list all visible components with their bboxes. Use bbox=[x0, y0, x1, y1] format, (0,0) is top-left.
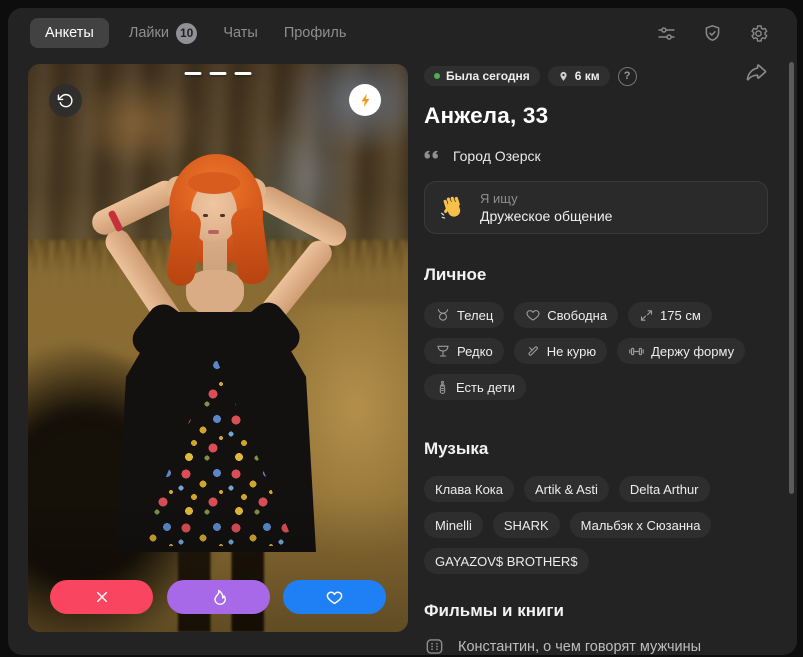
photo-page-indicator[interactable] bbox=[184, 72, 252, 75]
heart-icon bbox=[526, 310, 540, 321]
photo-page-dash bbox=[234, 72, 252, 75]
status-row: Была сегодня 6 км ? bbox=[424, 62, 768, 90]
lightning-icon bbox=[361, 93, 369, 107]
music-chip: Мальбэк х Сюзанна bbox=[569, 512, 712, 538]
share-button[interactable] bbox=[745, 62, 768, 90]
tab-profiles[interactable]: Анкеты bbox=[30, 18, 109, 48]
photo-page-dash bbox=[184, 72, 202, 75]
tab-profiles-label: Анкеты bbox=[45, 25, 94, 41]
action-buttons bbox=[50, 580, 386, 614]
chip-alcohol: Редко bbox=[424, 338, 504, 364]
shield-check-icon[interactable] bbox=[702, 23, 723, 44]
like-button[interactable] bbox=[283, 580, 386, 614]
photo-page-dash bbox=[209, 72, 227, 75]
movie-list-item: Константин, о чем говорят мужчины bbox=[424, 636, 768, 655]
tab-chats[interactable]: Чаты bbox=[223, 25, 257, 41]
chip-height: 175 см bbox=[628, 302, 712, 328]
section-movies-title: Фильмы и книги bbox=[424, 601, 564, 620]
dislike-button[interactable] bbox=[50, 580, 153, 614]
profile-photo-card[interactable] bbox=[28, 64, 408, 632]
music-chip: SHARK bbox=[492, 512, 560, 538]
section-personal-title: Личное bbox=[424, 265, 487, 284]
chip-children: Есть дети bbox=[424, 374, 526, 400]
filters-icon[interactable] bbox=[656, 23, 677, 44]
music-chip: GAYAZOV$ BROTHER$ bbox=[424, 548, 589, 574]
city-label: Город Озерск bbox=[453, 148, 541, 164]
profile-info-panel: Была сегодня 6 км ? Анжела, 33 Город Озе… bbox=[424, 62, 768, 655]
heart-icon bbox=[326, 591, 343, 604]
profile-name-age: Анжела, 33 bbox=[424, 103, 549, 128]
section-movies-books: Фильмы и книги Константин, о чем говорят… bbox=[424, 601, 768, 655]
quote-icon bbox=[424, 150, 439, 159]
settings-gear-icon[interactable] bbox=[748, 23, 769, 44]
tab-profile-label: Профиль bbox=[283, 25, 347, 41]
tab-likes-label: Лайки bbox=[128, 25, 169, 41]
waving-hand-icon bbox=[440, 196, 461, 219]
city-row: Город Озерск bbox=[424, 148, 768, 164]
no-smoking-icon bbox=[528, 346, 538, 356]
online-dot-icon bbox=[434, 73, 440, 79]
boost-button[interactable] bbox=[349, 84, 381, 116]
looking-for-label: Я ищу bbox=[480, 191, 518, 206]
section-music: Музыка Клава Кока Artik & Asti Delta Art… bbox=[424, 439, 768, 574]
section-music-title: Музыка bbox=[424, 439, 489, 458]
online-status-badge: Была сегодня bbox=[424, 66, 540, 86]
top-navigation: Анкеты Лайки 10 Чаты Профиль bbox=[8, 8, 797, 58]
photo-vignette bbox=[28, 64, 408, 632]
location-pin-icon bbox=[560, 71, 567, 81]
section-personal: Личное Телец Свободна 175 см Редко Не ку… bbox=[424, 265, 768, 400]
music-chip: Minelli bbox=[424, 512, 483, 538]
app-window: Анкеты Лайки 10 Чаты Профиль Была сегодн… bbox=[8, 8, 797, 655]
fitness-icon bbox=[629, 347, 644, 355]
tab-profile[interactable]: Профиль bbox=[284, 25, 347, 41]
media-icon bbox=[426, 639, 443, 654]
chip-smoking: Не курю bbox=[513, 338, 608, 364]
share-arrow-icon bbox=[746, 64, 767, 81]
chip-zodiac: Телец bbox=[424, 302, 505, 328]
drink-icon bbox=[437, 345, 449, 357]
looking-for-value: Дружеское общение bbox=[480, 208, 613, 224]
taurus-icon bbox=[437, 309, 449, 321]
fire-button[interactable] bbox=[166, 580, 270, 614]
height-icon bbox=[641, 309, 653, 321]
help-glyph: ? bbox=[623, 70, 631, 82]
scrollbar-thumb[interactable] bbox=[789, 62, 794, 494]
music-chip: Delta Arthur bbox=[618, 476, 710, 502]
music-chip: Artik & Asti bbox=[524, 476, 609, 502]
flame-icon bbox=[213, 589, 226, 605]
tab-chats-label: Чаты bbox=[223, 25, 258, 41]
distance-badge: 6 км bbox=[547, 66, 610, 86]
rewind-button[interactable] bbox=[49, 84, 82, 117]
tab-likes[interactable]: Лайки 10 bbox=[128, 22, 198, 44]
child-icon bbox=[439, 380, 446, 394]
online-status-label: Была сегодня bbox=[446, 69, 530, 83]
looking-for-card: Я ищу Дружеское общение bbox=[424, 181, 768, 234]
movie-title: Константин, о чем говорят мужчины bbox=[458, 638, 702, 655]
music-chip: Клава Кока bbox=[424, 476, 514, 502]
chip-fitness: Держу форму bbox=[617, 338, 746, 364]
help-button[interactable]: ? bbox=[617, 66, 637, 86]
rewind-icon bbox=[57, 93, 73, 108]
distance-label: 6 км bbox=[574, 69, 600, 83]
cross-icon bbox=[96, 591, 107, 603]
likes-count-badge: 10 bbox=[175, 22, 198, 44]
chip-relationship: Свободна bbox=[514, 302, 619, 328]
